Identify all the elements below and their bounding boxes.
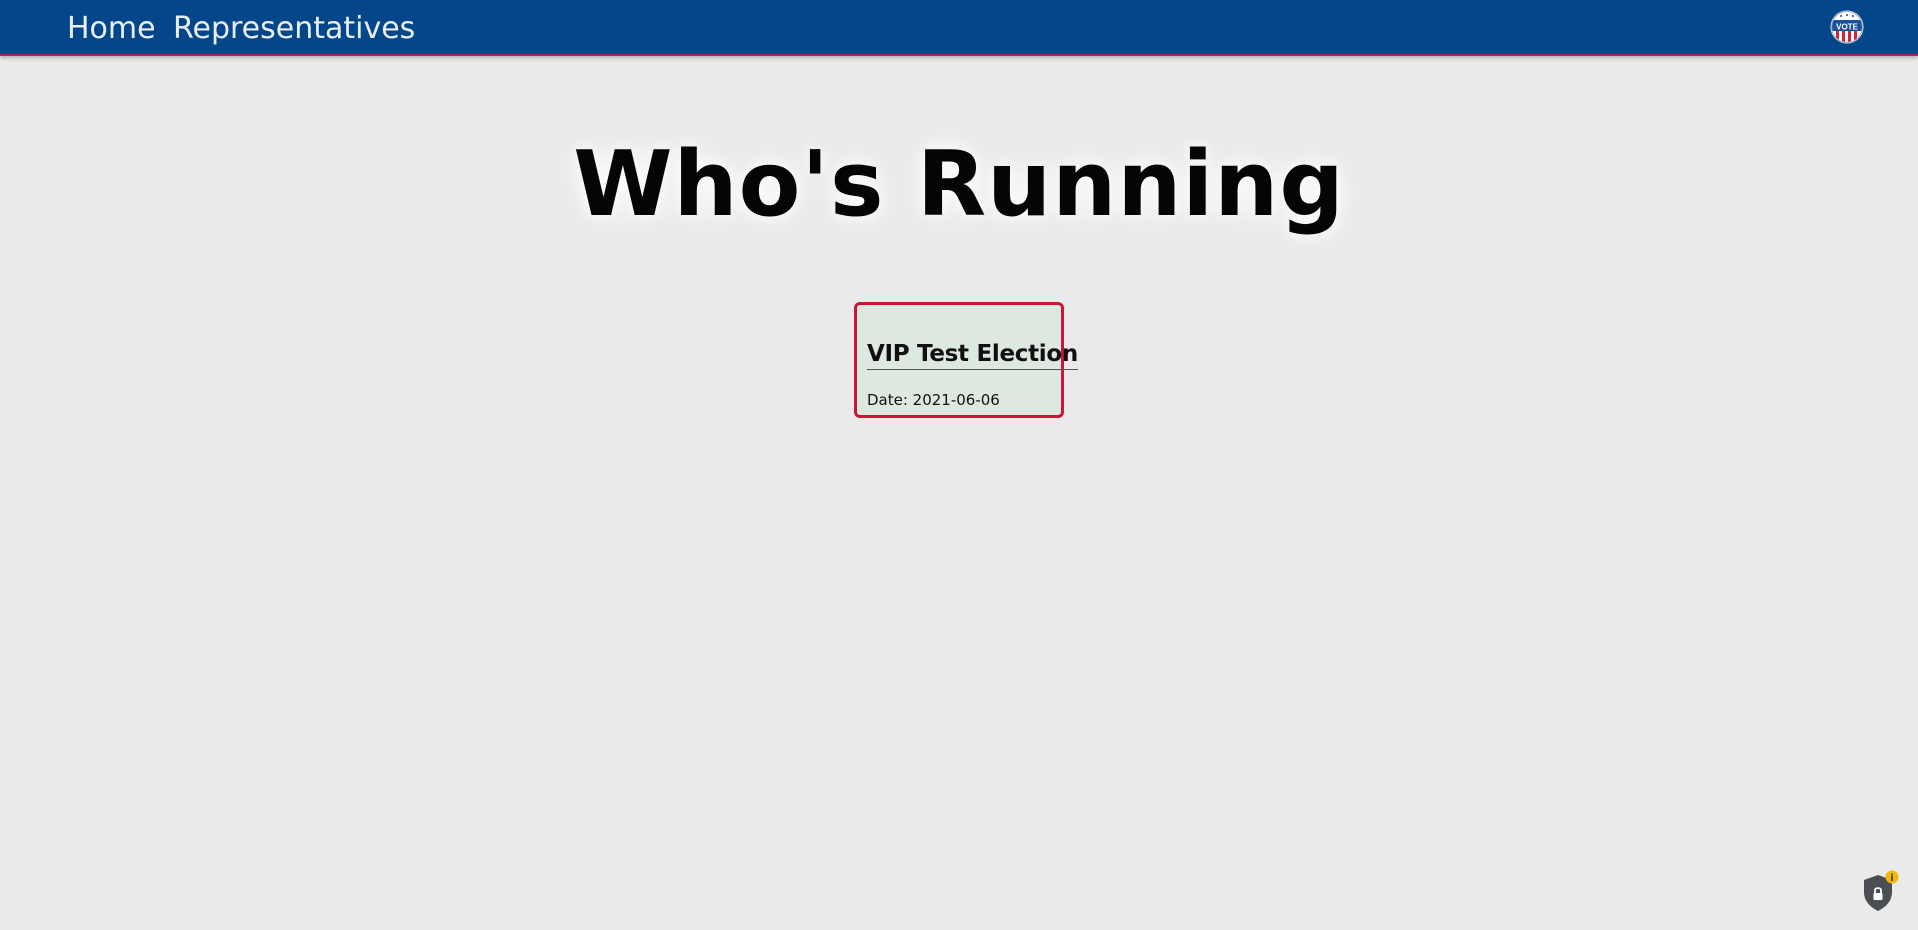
election-date: Date: 2021-06-06 [867, 391, 1000, 409]
nav-link-representatives[interactable]: Representatives [173, 9, 415, 49]
page-title: Who's Running [573, 132, 1345, 237]
top-navbar: Home Representatives VOTE [0, 0, 1918, 56]
election-title[interactable]: VIP Test Election [867, 339, 1078, 370]
privacy-badge-glyph: i [1890, 873, 1893, 884]
nav-link-home[interactable]: Home [67, 9, 156, 49]
vote-badge-text: VOTE [1836, 23, 1858, 32]
shield-lock-icon[interactable]: i [1860, 870, 1900, 914]
vote-badge-icon[interactable]: VOTE [1830, 10, 1864, 44]
election-card[interactable]: VIP Test Election Date: 2021-06-06 [854, 302, 1078, 418]
